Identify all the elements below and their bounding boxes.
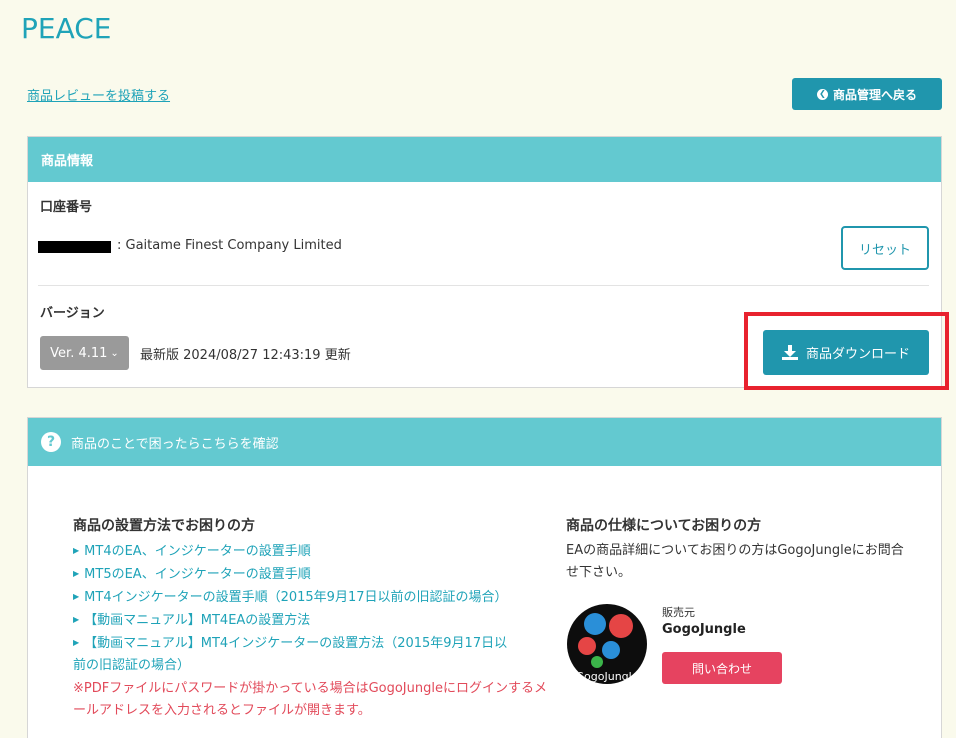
account-number-label: 口座番号: [40, 200, 93, 215]
version-status-text: 最新版 2024/08/27 12:43:19 更新: [140, 348, 351, 363]
seller-logo: GogoJungle: [567, 604, 647, 684]
account-broker-text: : Gaitame Finest Company Limited: [117, 238, 342, 253]
download-button-label: 商品ダウンロード: [805, 347, 910, 362]
help-link-video-mt4-indicator[interactable]: ▶ 【動画マニュアル】MT4インジケーターの設置方法（2015年9月17日以 前の旧…: [73, 632, 553, 677]
svg-text:GogoJungle: GogoJungle: [576, 670, 639, 683]
question-icon: ?: [41, 432, 61, 452]
version-label: バージョン: [40, 306, 105, 321]
install-help-title: 商品の設置方法でお困りの方: [73, 518, 255, 534]
spec-help-title: 商品の仕様についてお困りの方: [566, 518, 762, 534]
redacted-account-number: [38, 241, 111, 253]
section-divider: [38, 285, 929, 286]
back-to-product-management-button[interactable]: ❮ 商品管理へ戻る: [792, 78, 942, 110]
help-link-mt5-install[interactable]: ▶ MT5のEA、インジケーターの設置手順: [73, 563, 311, 586]
page-title: PEACE: [21, 12, 112, 45]
pdf-password-warning: ※PDFファイルにパスワードが掛かっている場合はGogoJungleにログインす…: [73, 681, 547, 718]
triangle-right-icon: ▶: [73, 615, 80, 624]
help-link-video-mt4ea[interactable]: ▶ 【動画マニュアル】MT4EAの設置方法: [73, 609, 310, 632]
post-review-link[interactable]: 商品レビューを投稿する: [27, 85, 170, 104]
triangle-right-icon: ▶: [73, 638, 80, 647]
product-info-header: 商品情報: [28, 137, 941, 182]
help-link-mt4-install[interactable]: ▶ MT4のEA、インジケーターの設置手順: [73, 540, 311, 563]
reset-button[interactable]: リセット: [841, 226, 929, 270]
product-info-title: 商品情報: [41, 154, 94, 169]
help-header: ? 商品のことで困ったらこちらを確認: [28, 418, 941, 466]
version-select[interactable]: Ver. 4.11 ⌄: [40, 336, 129, 370]
product-download-button[interactable]: 商品ダウンロード: [763, 330, 929, 375]
chevron-left-circle-icon: ❮: [816, 88, 828, 100]
seller-label: 販売元: [662, 606, 695, 619]
seller-name: GogoJungle: [662, 622, 746, 637]
gogojungle-logo-icon: GogoJungle: [576, 613, 639, 683]
help-title: 商品のことで困ったらこちらを確認: [71, 436, 279, 452]
chevron-down-icon: ⌄: [110, 347, 119, 359]
help-link-mt4-indicator-old[interactable]: ▶ MT4インジケーターの設置手順（2015年9月17日以前の旧認証の場合）: [73, 586, 507, 609]
back-button-label: 商品管理へ戻る: [832, 87, 917, 102]
triangle-right-icon: ▶: [73, 592, 80, 601]
download-icon: [781, 345, 798, 360]
triangle-right-icon: ▶: [73, 546, 80, 555]
version-selected-value: Ver. 4.11: [50, 345, 108, 361]
spec-help-text: EAの商品詳細についてお困りの方はGogoJungleにお問合せ下さい。: [566, 543, 904, 580]
contact-button[interactable]: 問い合わせ: [662, 652, 782, 684]
triangle-right-icon: ▶: [73, 569, 80, 578]
help-card: ? 商品のことで困ったらこちらを確認 商品の設置方法でお困りの方 ▶ MT4のEA…: [27, 417, 942, 738]
